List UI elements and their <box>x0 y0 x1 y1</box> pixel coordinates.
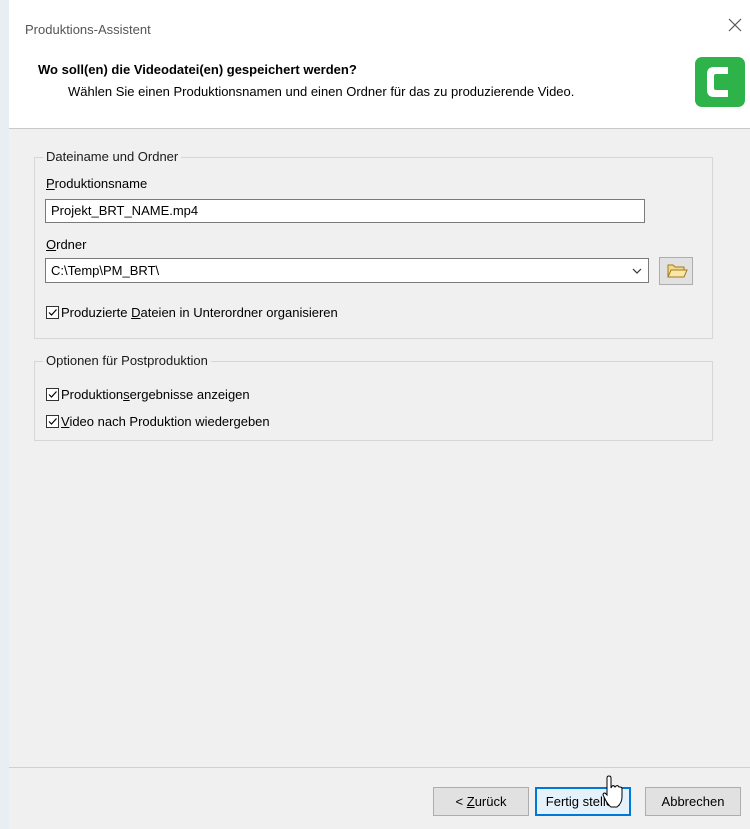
folder-combobox[interactable]: C:\Temp\PM_BRT\ <box>45 258 649 283</box>
production-wizard-dialog: Produktions-Assistent Wo soll(en) die Vi… <box>9 0 750 829</box>
back-button[interactable]: < Zurück <box>433 787 529 816</box>
folder-label: Ordner <box>46 237 87 252</box>
play-video-checkbox[interactable] <box>46 415 59 428</box>
file-folder-group-legend: Dateiname und Ordner <box>43 149 182 164</box>
organize-subfolders-checkbox[interactable] <box>46 306 59 319</box>
play-video-row[interactable]: Video nach Produktion wiedergeben <box>46 414 270 429</box>
show-results-checkbox[interactable] <box>46 388 59 401</box>
wizard-header: Wo soll(en) die Videodatei(en) gespeiche… <box>9 44 750 129</box>
chevron-down-icon[interactable] <box>632 267 642 275</box>
camtasia-logo <box>695 57 745 107</box>
play-video-label: Video nach Produktion wiedergeben <box>61 414 270 429</box>
organize-subfolders-label: Produzierte Dateien in Unterordner organ… <box>61 305 338 320</box>
folder-open-icon <box>667 264 688 278</box>
browse-folder-button[interactable] <box>659 257 693 285</box>
close-icon[interactable] <box>727 17 743 33</box>
production-name-input[interactable]: Projekt_BRT_NAME.mp4 <box>45 199 645 223</box>
checkmark-icon <box>48 309 57 316</box>
header-title: Wo soll(en) die Videodatei(en) gespeiche… <box>38 62 357 77</box>
checkmark-icon <box>48 418 57 425</box>
header-subtitle: Wählen Sie einen Produktionsnamen und ei… <box>68 84 575 99</box>
window-title: Produktions-Assistent <box>25 22 151 37</box>
mouse-pointer-icon <box>602 775 623 808</box>
cancel-button[interactable]: Abbrechen <box>645 787 741 816</box>
show-results-label: Produktionsergebnisse anzeigen <box>61 387 250 402</box>
title-bar: Produktions-Assistent <box>9 0 750 44</box>
post-production-group-legend: Optionen für Postproduktion <box>43 353 211 368</box>
production-name-label: Produktionsname <box>46 176 148 191</box>
footer-separator <box>9 767 750 768</box>
organize-subfolders-row[interactable]: Produzierte Dateien in Unterordner organ… <box>46 305 338 320</box>
checkmark-icon <box>48 391 57 398</box>
show-results-row[interactable]: Produktionsergebnisse anzeigen <box>46 387 250 402</box>
folder-value: C:\Temp\PM_BRT\ <box>51 263 160 278</box>
